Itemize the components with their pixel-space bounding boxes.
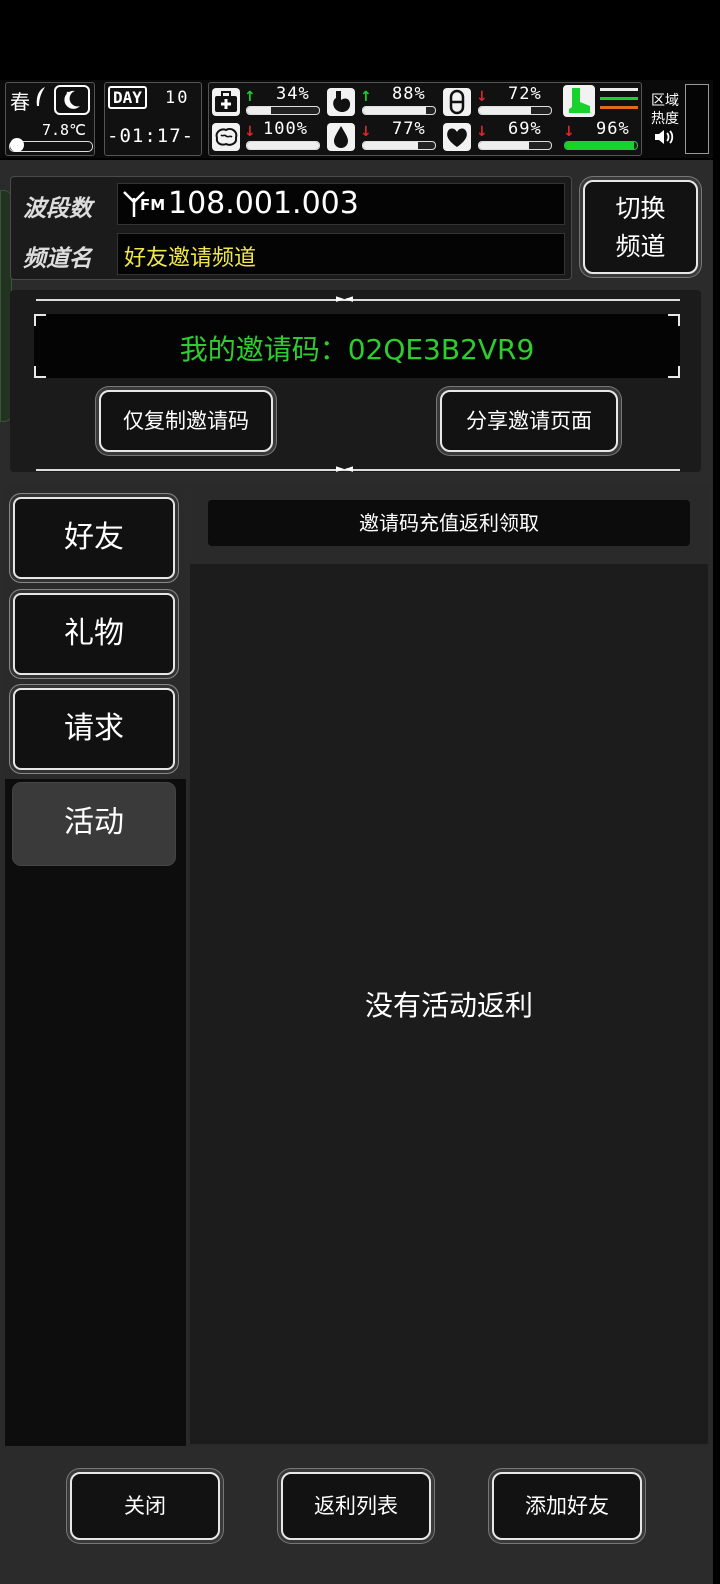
switch-channel-label-line2: 频道 <box>615 232 666 261</box>
hunger-trend-up-icon: ↑ <box>360 89 372 105</box>
night-moon-icon <box>54 85 90 115</box>
boot-icon <box>563 85 595 117</box>
pill-icon <box>443 88 471 116</box>
stamina-line-orange <box>600 106 638 109</box>
season-label: 春 <box>10 90 30 114</box>
channel-name: 好友邀请频道 <box>124 246 257 271</box>
heart-bar <box>478 141 552 150</box>
band-label: 波段数 <box>23 196 92 222</box>
day-clock-panel: DAY 10 -01:17- <box>104 82 202 156</box>
hunger-value: 88% <box>392 84 426 104</box>
frame-corner-tl <box>34 314 46 326</box>
zone-heat-label-line1: 区域 <box>651 93 679 109</box>
rebate-claim-header[interactable]: 邀请码充值返利领取 <box>208 500 690 546</box>
copy-invite-code-button[interactable]: 仅复制邀请码 <box>99 390 273 452</box>
switch-channel-label-line1: 切换 <box>615 194 666 223</box>
speaker-icon[interactable] <box>653 128 675 146</box>
rebate-list-button[interactable]: 返利列表 <box>281 1472 431 1540</box>
zone-heat-panel[interactable]: 区域 热度 <box>647 82 711 154</box>
close-button[interactable]: 关闭 <box>70 1472 220 1540</box>
mood-value: 72% <box>508 84 542 104</box>
health-bar <box>246 106 320 115</box>
tab-friends[interactable]: 好友 <box>13 497 175 579</box>
zone-heat-meter <box>685 84 709 154</box>
stamina-value: 96% <box>596 119 630 139</box>
footer-bar: 关闭 返利列表 添加好友 <box>0 1448 713 1584</box>
band-field: FM 108.001.003 <box>117 183 565 225</box>
stamina-bar <box>564 141 638 150</box>
zone-heat-label-line2: 热度 <box>651 111 679 127</box>
empty-state-message: 没有活动返利 <box>364 989 533 1022</box>
brain-value: 100% <box>263 119 308 139</box>
stamina-panel <box>563 85 639 117</box>
band-frequency: 108.001.003 <box>168 186 359 221</box>
health-value: 34% <box>276 84 310 104</box>
events-content-panel: 邀请码充值返利领取 没有活动返利 <box>188 484 710 1446</box>
frame-corner-tr <box>668 314 680 326</box>
brain-trend-down-icon: ↓ <box>244 124 256 140</box>
water-drop-icon <box>327 123 355 151</box>
season-weather-panel: 春 7.8℃ <box>5 82 95 156</box>
stamina-line-white-1 <box>600 88 638 91</box>
bottom-divider <box>36 469 680 471</box>
day-label: DAY <box>108 86 147 109</box>
divider-arrows-icon: ►◄ <box>336 292 353 305</box>
status-bar: 春 7.8℃ DAY 10 -01:17- ↑ 34% ↑ 88% ↓ 72% … <box>0 80 713 158</box>
top-divider <box>36 299 680 301</box>
thirst-bar <box>362 141 436 150</box>
stomach-icon <box>327 88 355 116</box>
brain-bar <box>246 141 320 150</box>
mood-trend-down-icon: ↓ <box>476 89 488 105</box>
invite-code-panel: ►◄ 我的邀请码：02QE3B2VR9 仅复制邀请码 分享邀请页面 ►◄ <box>10 290 701 475</box>
thermometer-icon <box>10 138 24 152</box>
channel-field: 好友邀请频道 <box>117 233 565 275</box>
heart-value: 69% <box>508 119 542 139</box>
stamina-trend-down-icon: ↓ <box>563 124 575 140</box>
stamina-line-green <box>600 97 638 100</box>
share-invite-page-button[interactable]: 分享邀请页面 <box>440 390 618 452</box>
tab-events[interactable]: 活动 <box>13 783 175 865</box>
category-tab-column: 好友 礼物 请求 活动 <box>5 484 186 1446</box>
invite-code-text: 我的邀请码：02QE3B2VR9 <box>179 333 535 366</box>
heart-icon <box>443 123 471 151</box>
rebate-list-area: 没有活动返利 <box>190 564 708 1444</box>
tab-gifts[interactable]: 礼物 <box>13 593 175 675</box>
day-number: 10 <box>165 88 190 108</box>
radio-tuner-panel: 波段数 FM 108.001.003 频道名 好友邀请频道 <box>10 176 572 280</box>
heart-trend-down-icon: ↓ <box>476 124 488 140</box>
temperature-readout: 7.8℃ <box>42 121 86 139</box>
channel-label: 频道名 <box>23 246 92 272</box>
fm-label: FM <box>140 196 166 214</box>
health-trend-up-icon: ↑ <box>244 89 256 105</box>
medkit-icon <box>212 88 240 116</box>
thirst-trend-down-icon: ↓ <box>360 124 372 140</box>
mood-bar <box>478 106 552 115</box>
add-friend-button[interactable]: 添加好友 <box>492 1472 642 1540</box>
clock-readout: -01:17- <box>107 125 195 147</box>
invite-code-display: 我的邀请码：02QE3B2VR9 <box>34 314 680 378</box>
brain-icon <box>212 123 240 151</box>
hunger-bar <box>362 106 436 115</box>
feather-icon <box>34 86 46 108</box>
switch-channel-button[interactable]: 切换 频道 <box>583 180 698 274</box>
divider-arrows-icon: ►◄ <box>336 462 353 475</box>
thirst-value: 77% <box>392 119 426 139</box>
tab-requests[interactable]: 请求 <box>13 688 175 770</box>
